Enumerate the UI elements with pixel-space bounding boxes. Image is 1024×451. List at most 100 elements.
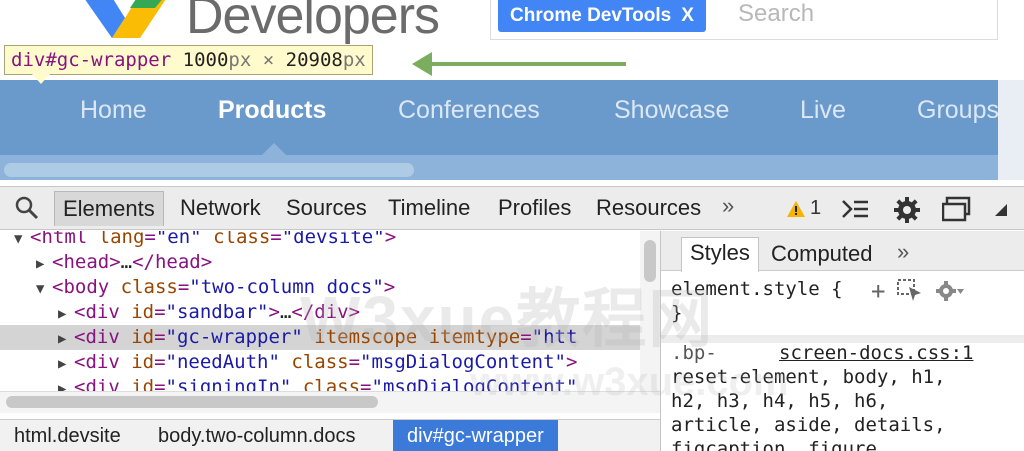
dom-token: > [565, 351, 578, 373]
tab-elements[interactable]: Elements [54, 191, 164, 226]
dom-token: class [213, 231, 271, 248]
dom-token: > [268, 301, 280, 323]
developers-logo-icon [85, 0, 166, 38]
dom-node[interactable]: ▶ <head>…</head> [0, 250, 640, 275]
dom-token: > [384, 231, 397, 248]
dom-token [202, 231, 213, 248]
tooltip-width-unit: px [228, 49, 252, 71]
page-horizontal-scrollbar[interactable] [4, 163, 414, 177]
rule-selector-line: h2, h3, h4, h5, h6, [671, 390, 889, 412]
dom-token: "en" [155, 231, 202, 248]
dom-token: <div [74, 301, 132, 323]
dom-token: <div [74, 351, 132, 373]
warning-counter[interactable]: 1 [786, 197, 821, 220]
dom-token: = [348, 351, 361, 373]
elements-tree[interactable]: ▼ <html lang="en" class="devsite"> ▶ <head>… [0, 231, 660, 391]
dom-token: itemtype [428, 326, 521, 348]
style-settings-gear-icon[interactable] [935, 279, 965, 303]
selected-dom-node[interactable]: ▶ <div id="gc-wrapper" itemscope itemtype… [0, 325, 640, 350]
devtools-toolbar: Elements Network Sources Timeline Profil… [0, 186, 1024, 230]
page-scrollbar-track[interactable] [998, 80, 1024, 180]
search-chip-close-icon[interactable]: X [681, 1, 694, 31]
dom-token [303, 326, 314, 348]
elements-horizontal-scroll-thumb[interactable] [6, 396, 378, 408]
dom-token: "needAuth" [165, 351, 280, 373]
nav-item-products[interactable]: Products [218, 96, 326, 125]
console-drawer-icon[interactable] [840, 196, 870, 222]
expand-arrow-icon[interactable]: ▶ [58, 352, 74, 377]
dom-token: "htt [531, 326, 578, 348]
breadcrumb: html.devsite body.two-column.docs div#gc… [0, 419, 660, 451]
dom-token: = [270, 231, 282, 248]
search-icon[interactable] [14, 195, 40, 221]
dom-token [291, 376, 302, 391]
dom-token: <head> [52, 251, 121, 273]
breadcrumb-body[interactable]: body.two-column.docs [158, 420, 356, 451]
dom-token: <div [74, 326, 132, 348]
nav-item-showcase[interactable]: Showcase [614, 96, 729, 125]
expand-arrow-icon[interactable]: ▶ [36, 252, 52, 277]
dom-token: <body [52, 276, 121, 298]
nav-item-live[interactable]: Live [800, 96, 846, 125]
dom-token: <div [74, 376, 132, 391]
nav-item-groups[interactable]: Groups [917, 96, 999, 125]
nav-items: Home Products Conferences Showcase Live … [0, 96, 999, 136]
dom-token: = [360, 376, 372, 391]
search-filter-chip[interactable]: Chrome DevTools X [498, 0, 706, 32]
dom-node[interactable]: ▼ <html lang="en" class="devsite"> [0, 231, 640, 250]
stylesheet-source-link[interactable]: screen-docs.css:1 [779, 341, 973, 365]
breadcrumb-html[interactable]: html.devsite [14, 420, 121, 451]
tab-computed[interactable]: Computed [771, 241, 873, 267]
dom-token: "gc-wrapper" [165, 326, 303, 348]
dom-token: = [154, 326, 166, 348]
close-devtools-icon[interactable] [994, 203, 1008, 217]
tab-sources[interactable]: Sources [286, 195, 367, 221]
elements-vertical-scroll-thumb[interactable] [644, 240, 656, 282]
dom-token: = [520, 326, 532, 348]
tab-profiles[interactable]: Profiles [498, 195, 571, 221]
nav-item-home[interactable]: Home [80, 96, 147, 125]
dom-node[interactable]: ▶ <div id="signingIn" class="msgDialogCon… [0, 375, 640, 391]
expand-arrow-icon[interactable]: ▶ [58, 377, 74, 391]
element-style-open[interactable]: element.style { [671, 277, 843, 301]
tab-styles[interactable]: Styles [681, 237, 759, 272]
dock-side-icon[interactable] [942, 196, 972, 222]
dom-token: <html [30, 231, 99, 248]
rule-selector-line: figcaption, figure, [671, 438, 889, 451]
expand-arrow-icon[interactable]: ▶ [58, 302, 74, 327]
more-tabs-chevron-icon[interactable]: » [722, 193, 734, 219]
tab-timeline[interactable]: Timeline [388, 195, 470, 221]
dom-token: class [302, 376, 361, 391]
dom-token: "devsite" [281, 231, 385, 248]
dom-token: id [131, 326, 155, 348]
dom-token: "two-column docs" [189, 276, 384, 298]
dom-node[interactable]: ▶ <div id="sandbar">…</div> [0, 300, 640, 325]
dom-token [280, 351, 291, 373]
dom-token: = [177, 276, 190, 298]
dom-node[interactable]: ▼ <body class="two-column docs"> [0, 275, 640, 300]
gear-icon[interactable] [892, 196, 922, 224]
rule-selector-start: .bp- [671, 342, 717, 364]
add-rule-icon[interactable]: + [871, 277, 885, 305]
tooltip-pointer [32, 74, 50, 84]
dom-token: lang [98, 231, 145, 248]
expand-arrow-icon[interactable]: ▶ [58, 327, 74, 352]
tab-resources[interactable]: Resources [596, 195, 701, 221]
breadcrumb-gc-wrapper[interactable]: div#gc-wrapper [393, 420, 558, 451]
dom-token: id [131, 376, 155, 391]
dom-token: class [120, 276, 178, 298]
dom-token: itemscope [314, 326, 418, 348]
collapse-arrow-icon[interactable]: ▼ [36, 277, 52, 302]
dom-token: id [131, 301, 155, 323]
tooltip-tag: div [11, 49, 46, 71]
dom-node[interactable]: ▶ <div id="needAuth" class="msgDialogCont… [0, 350, 640, 375]
collapse-arrow-icon[interactable]: ▼ [14, 231, 30, 252]
tooltip-height: 20908 [285, 49, 343, 71]
tab-network[interactable]: Network [180, 195, 261, 221]
element-state-icon[interactable] [897, 279, 923, 303]
tooltip-times: × [262, 49, 275, 71]
tooltip-width: 1000 [182, 49, 229, 71]
search-input[interactable]: Search [738, 0, 814, 28]
nav-item-conferences[interactable]: Conferences [398, 96, 540, 125]
more-sidebar-tabs-chevron-icon[interactable]: » [897, 239, 909, 265]
